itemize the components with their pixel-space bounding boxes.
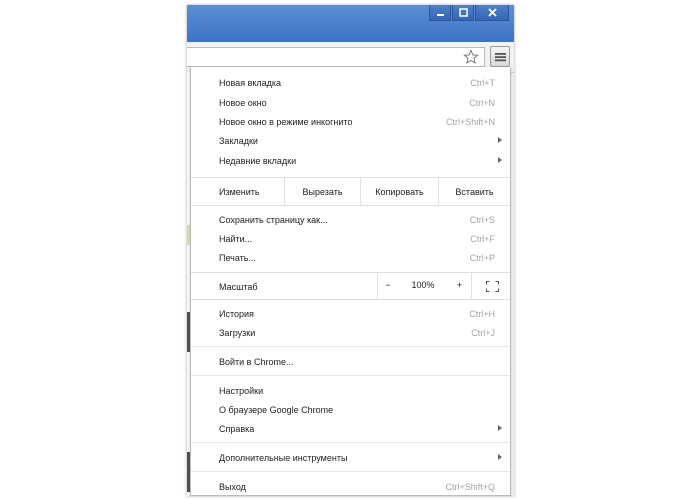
close-icon xyxy=(487,8,497,17)
edit-row: Изменить Вырезать Копировать Вставить xyxy=(191,177,510,206)
menu-item-label: Новое окно xyxy=(219,97,267,108)
zoom-label: Масштаб xyxy=(219,282,258,292)
menu-item-label: Новое окно в режиме инкогнито xyxy=(219,116,353,127)
menu-item-label: Печать... xyxy=(219,252,256,263)
copy-button[interactable]: Копировать xyxy=(360,177,438,206)
minimize-button[interactable] xyxy=(429,5,451,21)
menu-separator xyxy=(191,375,510,376)
menu-item-label: Выход xyxy=(219,481,246,492)
zoom-in-label: + xyxy=(456,280,463,290)
menu-separator xyxy=(191,442,510,443)
menu-item-shortcut: Ctrl+F xyxy=(470,233,495,244)
menu-item-label: Новая вкладка xyxy=(219,77,282,88)
fullscreen-icon[interactable] xyxy=(486,281,499,292)
menu-item-downloads[interactable]: Загрузки Ctrl+J xyxy=(191,323,510,342)
edit-label: Изменить xyxy=(219,187,260,197)
menu-item-label: История xyxy=(219,308,254,319)
menu-item-print[interactable]: Печать... Ctrl+P xyxy=(191,248,510,267)
menu-item-about[interactable]: О браузере Google Chrome xyxy=(191,400,510,419)
zoom-out-label: − xyxy=(385,280,391,290)
menu-item-label: Настройки xyxy=(219,385,264,396)
menu-item-more-tools[interactable]: Дополнительные инструменты xyxy=(191,448,510,467)
omnibox[interactable] xyxy=(187,47,485,67)
submenu-arrow-icon xyxy=(498,425,502,431)
cut-label: Вырезать xyxy=(302,186,343,197)
maximize-button[interactable] xyxy=(452,5,474,21)
cut-button[interactable]: Вырезать xyxy=(284,177,360,206)
menu-item-shortcut: Ctrl+Shift+Q xyxy=(445,481,495,492)
menu-item-new-window[interactable]: Новое окно Ctrl+N xyxy=(191,93,510,112)
menu-item-shortcut: Ctrl+H xyxy=(469,308,495,319)
chrome-menu-button[interactable] xyxy=(490,46,510,67)
menu-item-sign-in[interactable]: Войти в Chrome... xyxy=(191,352,510,371)
menu-item-label: Справка xyxy=(219,423,255,434)
submenu-arrow-icon xyxy=(498,454,502,460)
submenu-arrow-icon xyxy=(498,137,502,143)
menu-item-label: Сохранить страницу как... xyxy=(219,214,328,225)
star-icon[interactable] xyxy=(463,49,479,65)
chrome-main-menu: Новая вкладка Ctrl+T Новое окно Ctrl+N Н… xyxy=(190,67,511,496)
minimize-icon xyxy=(436,14,444,16)
zoom-out-button[interactable]: − xyxy=(378,271,398,299)
menu-item-label: Войти в Chrome... xyxy=(219,356,294,367)
submenu-arrow-icon xyxy=(498,157,502,163)
menu-item-shortcut: Ctrl+N xyxy=(469,97,495,108)
zoom-value: 100% xyxy=(411,280,435,290)
menu-item-label: Закладки xyxy=(219,135,258,146)
menu-item-help[interactable]: Справка xyxy=(191,419,510,438)
menu-item-find[interactable]: Найти... Ctrl+F xyxy=(191,229,510,248)
menu-item-new-tab[interactable]: Новая вкладка Ctrl+T xyxy=(191,73,510,92)
menu-item-label: Дополнительные инструменты xyxy=(219,452,348,463)
close-button[interactable] xyxy=(475,5,509,21)
menu-item-settings[interactable]: Настройки xyxy=(191,381,510,400)
menu-item-shortcut: Ctrl+J xyxy=(471,327,495,338)
menu-item-shortcut: Ctrl+P xyxy=(469,252,495,263)
zoom-controls: − 100% + xyxy=(377,272,472,300)
browser-window: Новая вкладка Ctrl+T Новое окно Ctrl+N Н… xyxy=(187,5,514,496)
menu-item-label: О браузере Google Chrome xyxy=(219,404,334,415)
menu-item-label: Загрузки xyxy=(219,327,256,338)
menu-item-bookmarks[interactable]: Закладки xyxy=(191,131,510,150)
menu-item-shortcut: Ctrl+S xyxy=(469,214,495,225)
menu-item-history[interactable]: История Ctrl+H xyxy=(191,304,510,323)
window-controls xyxy=(428,5,509,24)
title-bar[interactable] xyxy=(187,5,514,42)
maximize-icon xyxy=(458,8,468,17)
paste-button[interactable]: Вставить xyxy=(438,177,510,206)
zoom-level: 100% xyxy=(398,271,448,299)
zoom-in-button[interactable]: + xyxy=(448,271,471,299)
menu-item-recent-tabs[interactable]: Недавние вкладки xyxy=(191,151,510,170)
copy-label: Копировать xyxy=(375,186,424,197)
menu-item-label: Недавние вкладки xyxy=(219,155,297,166)
menu-item-incognito[interactable]: Новое окно в режиме инкогнито Ctrl+Shift… xyxy=(191,112,510,131)
menu-item-label: Найти... xyxy=(219,233,253,244)
menu-item-shortcut: Ctrl+Shift+N xyxy=(445,116,495,127)
menu-item-shortcut: Ctrl+T xyxy=(470,77,495,88)
zoom-row: Масштаб − 100% + xyxy=(191,272,510,300)
menu-separator xyxy=(191,346,510,347)
menu-separator xyxy=(191,471,510,472)
menu-item-save-page[interactable]: Сохранить страницу как... Ctrl+S xyxy=(191,210,510,229)
paste-label: Вставить xyxy=(455,186,494,197)
menu-item-exit[interactable]: Выход Ctrl+Shift+Q xyxy=(191,477,510,496)
hamburger-menu-icon xyxy=(494,52,506,61)
